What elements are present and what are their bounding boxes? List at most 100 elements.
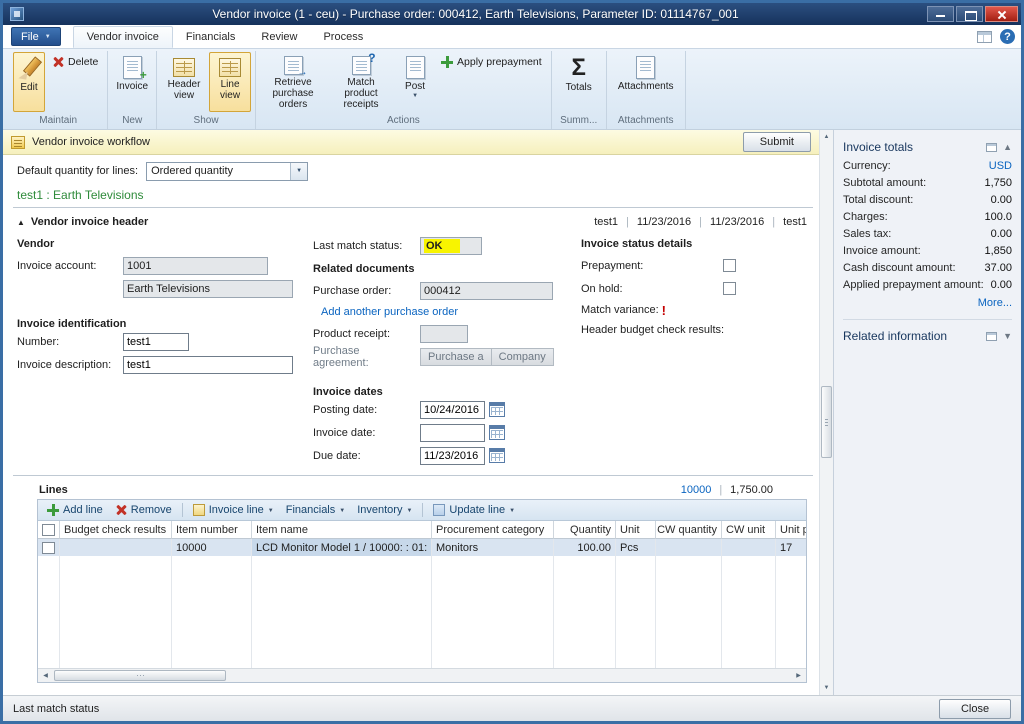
invoice-number-input[interactable] <box>123 333 189 351</box>
col-item-name[interactable]: Item name <box>252 521 432 539</box>
select-all-checkbox[interactable] <box>42 524 55 536</box>
financials-menu[interactable]: Financials ▼ <box>281 501 350 520</box>
col-unit-price[interactable]: Unit p <box>776 521 806 539</box>
line-view-button[interactable]: Line view <box>209 52 251 112</box>
chevron-down-icon: ▼ <box>268 508 274 514</box>
update-line-menu[interactable]: Update line ▼ <box>428 501 520 520</box>
vendor-name-field[interactable]: Earth Televisions <box>123 280 293 298</box>
calendar-icon[interactable] <box>489 425 505 440</box>
list-item: Applied prepayment amount: 0.00 <box>843 276 1012 293</box>
purchase-order-field[interactable]: 000412 <box>420 282 553 300</box>
add-purchase-order-link[interactable]: Add another purchase order <box>321 306 458 318</box>
vertical-scrollbar[interactable]: ▲ ▼ <box>819 130 833 695</box>
group-label-show: Show <box>161 114 251 129</box>
divider <box>13 475 813 476</box>
purchase-agreement-company-button[interactable]: Company <box>492 348 554 366</box>
ribbon-group-summarize: Σ Totals Summ... <box>552 51 607 129</box>
maximize-button[interactable] <box>956 6 983 22</box>
pane-icon[interactable] <box>986 332 997 341</box>
product-receipt-field[interactable] <box>420 325 468 343</box>
vendor-invoice-header-section[interactable]: ▲ Vendor invoice header test111/23/20161… <box>13 216 815 228</box>
inventory-menu[interactable]: Inventory ▼ <box>352 501 417 520</box>
file-menu-button[interactable]: File ▼ <box>11 27 61 46</box>
invoice-totals-header[interactable]: Invoice totals ▲ <box>843 137 1012 157</box>
remove-line-button[interactable]: Remove <box>110 501 177 520</box>
posting-date-input[interactable] <box>420 401 485 419</box>
invoice-button[interactable]: + Invoice <box>112 52 152 112</box>
tab-vendor-invoice[interactable]: Vendor invoice <box>73 26 173 48</box>
calendar-icon[interactable] <box>489 402 505 417</box>
tab-review[interactable]: Review <box>248 26 310 48</box>
scroll-down-icon[interactable]: ▼ <box>820 681 833 695</box>
related-information-header[interactable]: Related information ▼ <box>843 326 1012 346</box>
col-item-number[interactable]: Item number <box>172 521 252 539</box>
match-product-receipts-button[interactable]: ? Match product receipts <box>328 52 394 112</box>
horizontal-scrollbar[interactable]: ◀ ▶ <box>38 668 806 682</box>
add-line-button[interactable]: Add line <box>42 501 108 520</box>
scroll-up-icon[interactable]: ▲ <box>820 130 833 144</box>
apply-prepayment-button[interactable]: Apply prepayment <box>436 52 547 72</box>
help-icon[interactable]: ? <box>1000 29 1015 44</box>
horizontal-scroll-thumb[interactable] <box>54 670 226 681</box>
collapse-arrow-icon: ▲ <box>17 218 25 227</box>
vertical-scroll-thumb[interactable] <box>821 386 832 458</box>
last-match-status-field: OK <box>420 237 482 255</box>
lines-count[interactable]: 10000 <box>681 484 712 496</box>
due-date-input[interactable] <box>420 447 485 465</box>
calendar-icon[interactable] <box>489 448 505 463</box>
col-cw-unit[interactable]: CW unit <box>722 521 776 539</box>
col-budget-check-results[interactable]: Budget check results <box>60 521 172 539</box>
retrieve-purchase-orders-button[interactable]: → Retrieve purchase orders <box>260 52 326 112</box>
tab-financials[interactable]: Financials <box>173 26 249 48</box>
invoice-line-icon <box>193 504 205 516</box>
close-button[interactable] <box>985 6 1018 22</box>
col-procurement-category[interactable]: Procurement category <box>432 521 554 539</box>
col-unit[interactable]: Unit <box>616 521 656 539</box>
delete-button[interactable]: Delete <box>47 52 103 72</box>
app-icon <box>10 7 24 21</box>
col-cw-quantity[interactable]: CW quantity <box>656 521 722 539</box>
scroll-left-icon[interactable]: ◀ <box>38 669 53 682</box>
on-hold-checkbox[interactable] <box>723 282 736 295</box>
row-checkbox[interactable] <box>42 542 55 554</box>
table-row[interactable]: 10000 LCD Monitor Model 1 / 10000: : 01:… <box>38 539 806 556</box>
ribbon-tab-bar: File ▼ Vendor invoice Financials Review … <box>3 25 1021 49</box>
edit-button[interactable]: Edit <box>13 52 45 112</box>
invoice-description-input[interactable] <box>123 356 293 374</box>
list-item: Currency: USD <box>843 157 1012 174</box>
header-view-button[interactable]: Header view <box>161 52 207 112</box>
invoice-line-menu[interactable]: Invoice line ▼ <box>188 501 279 520</box>
product-receipt-label: Product receipt: <box>313 328 420 340</box>
totals-button[interactable]: Σ Totals <box>556 52 602 112</box>
pane-icon[interactable] <box>986 143 997 152</box>
chevron-up-icon[interactable]: ▲ <box>1003 143 1012 152</box>
fact-box-pane: Invoice totals ▲ Currency: USD Subtotal … <box>833 130 1021 695</box>
chevron-down-icon[interactable]: ▼ <box>1003 332 1012 341</box>
post-button[interactable]: Post ▼ <box>396 52 434 112</box>
minimize-button[interactable] <box>927 6 954 22</box>
cell-cw-unit <box>722 539 776 556</box>
default-quantity-select[interactable]: Ordered quantity ▼ <box>146 162 308 181</box>
col-quantity[interactable]: Quantity <box>554 521 616 539</box>
tab-process[interactable]: Process <box>310 26 376 48</box>
header-budget-check-label: Header budget check results: <box>581 324 724 336</box>
attachments-button[interactable]: Attachments <box>611 52 681 112</box>
invoice-account-field[interactable]: 1001 <box>123 257 268 275</box>
chevron-down-icon: ▼ <box>406 508 412 514</box>
layout-icon[interactable] <box>977 31 992 43</box>
toolbar-separator <box>422 503 423 517</box>
cell-unit-price: 17 <box>776 539 806 556</box>
scroll-right-icon[interactable]: ▶ <box>791 669 806 682</box>
file-menu-label: File <box>21 31 39 43</box>
prepayment-checkbox[interactable] <box>723 259 736 272</box>
currency-value[interactable]: USD <box>989 160 1012 172</box>
more-link[interactable]: More... <box>843 297 1012 309</box>
close-form-button[interactable]: Close <box>939 699 1011 719</box>
purchase-agreement-button[interactable]: Purchase a <box>420 348 492 366</box>
invoice-doc-icon: + <box>123 56 142 79</box>
invoice-date-input[interactable] <box>420 424 485 442</box>
chevron-down-icon: ▼ <box>339 508 345 514</box>
list-item: Cash discount amount: 37.00 <box>843 259 1012 276</box>
submit-button[interactable]: Submit <box>743 132 811 152</box>
purchase-agreement-label: Purchase agreement: <box>313 345 420 369</box>
